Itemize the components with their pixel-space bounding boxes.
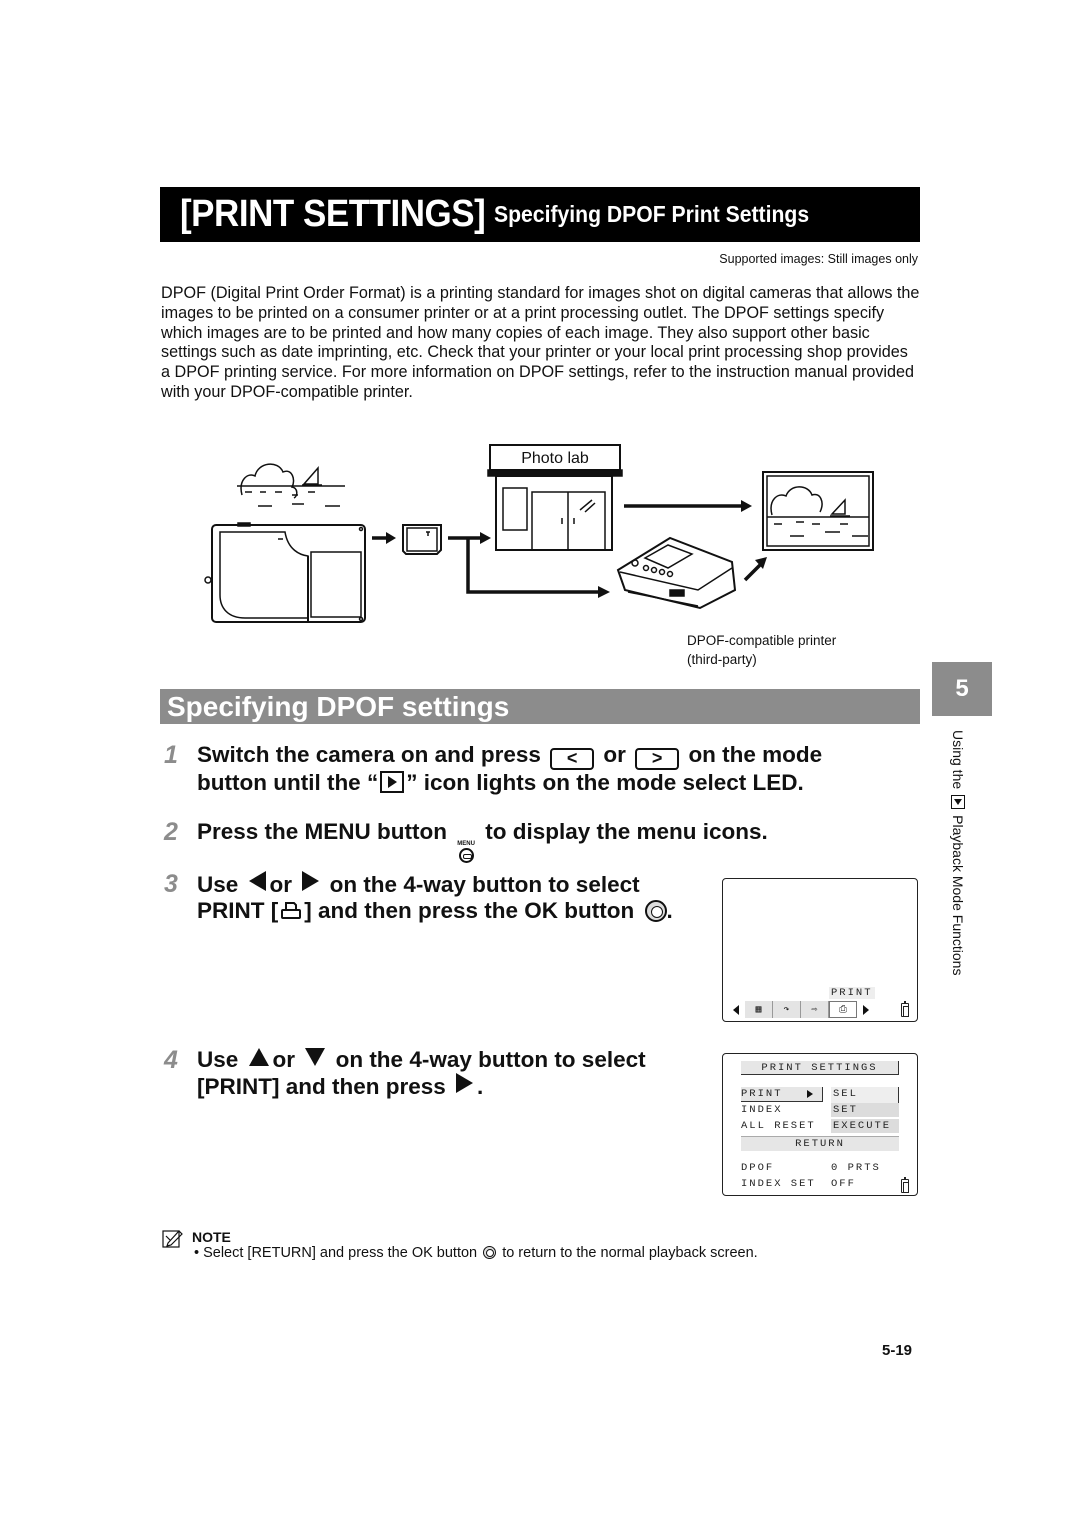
section-heading: Specifying DPOF settings bbox=[160, 689, 920, 724]
note-label: NOTE bbox=[192, 1229, 231, 1245]
printer-caption-line1: DPOF-compatible printer bbox=[687, 633, 837, 648]
down-arrow-icon bbox=[305, 1048, 326, 1066]
step-number: 3 bbox=[164, 870, 178, 898]
step-text: Press the MENU button bbox=[197, 819, 448, 844]
landscape-scene-icon bbox=[237, 463, 345, 507]
step-text: on the mode bbox=[688, 742, 823, 767]
step-text: or bbox=[272, 1047, 296, 1072]
printer-caption: DPOF-compatible printer (third-party) bbox=[687, 631, 836, 669]
note-text: • Select [RETURN] and press the OK butto… bbox=[194, 1245, 758, 1261]
lcd-return-option: RETURN bbox=[741, 1136, 899, 1151]
step-number: 1 bbox=[164, 741, 178, 769]
lcd-row-label: INDEX bbox=[741, 1104, 783, 1116]
step-text: Use bbox=[197, 1047, 239, 1072]
right-arrow-icon bbox=[302, 871, 320, 891]
printer-caption-line2: (third-party) bbox=[687, 652, 757, 667]
step-number: 4 bbox=[164, 1046, 178, 1074]
lcd-left-arrow-icon bbox=[733, 1004, 739, 1015]
mode-left-key-icon: < bbox=[550, 748, 595, 770]
lcd-row-label: ALL RESET bbox=[741, 1120, 816, 1132]
ok-button-icon bbox=[483, 1246, 497, 1259]
side-text-before: Using the bbox=[950, 730, 966, 790]
slideshow-icon: ⇨ bbox=[801, 1001, 829, 1018]
playback-icon bbox=[951, 795, 965, 810]
step-text: Use bbox=[197, 872, 239, 897]
lcd-info-row: DPOF 0 PRTS bbox=[741, 1161, 879, 1175]
step-text: [PRINT] and then press bbox=[197, 1074, 446, 1099]
print-icon: ⎙ bbox=[829, 1001, 857, 1018]
lcd-right-arrow-icon bbox=[863, 1004, 869, 1015]
lcd-row-value: SET bbox=[831, 1103, 899, 1117]
menu-button-label: MENU bbox=[457, 841, 475, 847]
step-text: . bbox=[666, 898, 673, 923]
step-text: . bbox=[477, 1074, 484, 1099]
lcd-selection-arrow-icon bbox=[807, 1090, 813, 1098]
mode-right-key-icon: > bbox=[635, 748, 680, 770]
battery-icon bbox=[901, 1177, 909, 1193]
step-text: Switch the camera on and press bbox=[197, 742, 541, 767]
step-text: PRINT [ bbox=[197, 898, 279, 923]
left-arrow-icon bbox=[248, 871, 266, 891]
supported-images-note: Supported images: Still images only bbox=[719, 252, 918, 266]
arrow-icon bbox=[448, 536, 600, 594]
printer-icon bbox=[616, 536, 737, 610]
page-title-bar: [PRINT SETTINGS] Specifying DPOF Print S… bbox=[160, 187, 920, 242]
thumbnail-icon: ▦ bbox=[745, 1001, 773, 1018]
printed-photo-icon bbox=[762, 471, 874, 551]
intro-paragraph: DPOF (Digital Print Order Format) is a p… bbox=[161, 284, 920, 401]
step-text: or bbox=[603, 742, 626, 767]
lcd-row-value: EXECUTE bbox=[831, 1119, 899, 1133]
lcd-info-row: INDEX SET OFF bbox=[741, 1177, 854, 1191]
menu-button-icon: MENU bbox=[457, 841, 475, 863]
step-text: on the 4-way button to select bbox=[329, 872, 640, 897]
camera-icon bbox=[204, 522, 366, 623]
step-text: ” icon lights on the mode select LED. bbox=[406, 770, 804, 795]
rotate-icon: ↷ bbox=[773, 1001, 801, 1018]
step-number: 2 bbox=[164, 818, 178, 846]
lcd-info-value: OFF bbox=[831, 1178, 856, 1190]
right-arrow-icon bbox=[456, 1073, 474, 1093]
page-title: [PRINT SETTINGS] bbox=[180, 193, 486, 235]
chapter-tab: 5 bbox=[932, 662, 992, 716]
lcd-settings-header: PRINT SETTINGS bbox=[741, 1061, 899, 1075]
lcd-info-label: INDEX SET bbox=[741, 1178, 816, 1190]
up-arrow-icon bbox=[248, 1048, 269, 1066]
print-icon bbox=[281, 902, 302, 919]
lcd-selected-label: PRINT bbox=[829, 987, 875, 999]
note-text-part: to return to the normal playback screen. bbox=[502, 1245, 758, 1261]
step-text: on the 4-way button to select bbox=[335, 1047, 646, 1072]
lcd-menu-icons-screen: PRINT ▦ ↷ ⇨ ⎙ bbox=[722, 878, 918, 1022]
lcd-icon-row: ▦ ↷ ⇨ ⎙ bbox=[733, 1001, 869, 1018]
playback-mode-icon bbox=[380, 771, 405, 793]
lcd-info-value: 0 PRTS bbox=[831, 1162, 881, 1174]
lcd-print-settings-screen: PRINT SETTINGS PRINT SEL IMAGE INDEX SET… bbox=[722, 1053, 918, 1196]
step-text: or bbox=[269, 872, 293, 897]
note-icon bbox=[162, 1230, 183, 1248]
step-text: button until the “ bbox=[197, 770, 379, 795]
photo-lab-label: Photo lab bbox=[521, 450, 589, 467]
step-text: to display the menu icons. bbox=[485, 819, 768, 844]
battery-icon bbox=[901, 1001, 909, 1017]
page-subtitle: Specifying DPOF Print Settings bbox=[493, 201, 809, 227]
memory-card-icon bbox=[402, 524, 442, 555]
ok-button-icon bbox=[644, 900, 667, 922]
step-text: ] and then press the OK button bbox=[304, 898, 635, 923]
note-text-part: • Select [RETURN] and press the OK butto… bbox=[194, 1245, 478, 1261]
page-number: 5-19 bbox=[882, 1342, 913, 1359]
lcd-info-label: DPOF bbox=[741, 1162, 775, 1174]
chapter-side-text: Using the Playback Mode Functions bbox=[946, 730, 970, 1030]
side-text-after: Playback Mode Functions bbox=[950, 815, 966, 976]
